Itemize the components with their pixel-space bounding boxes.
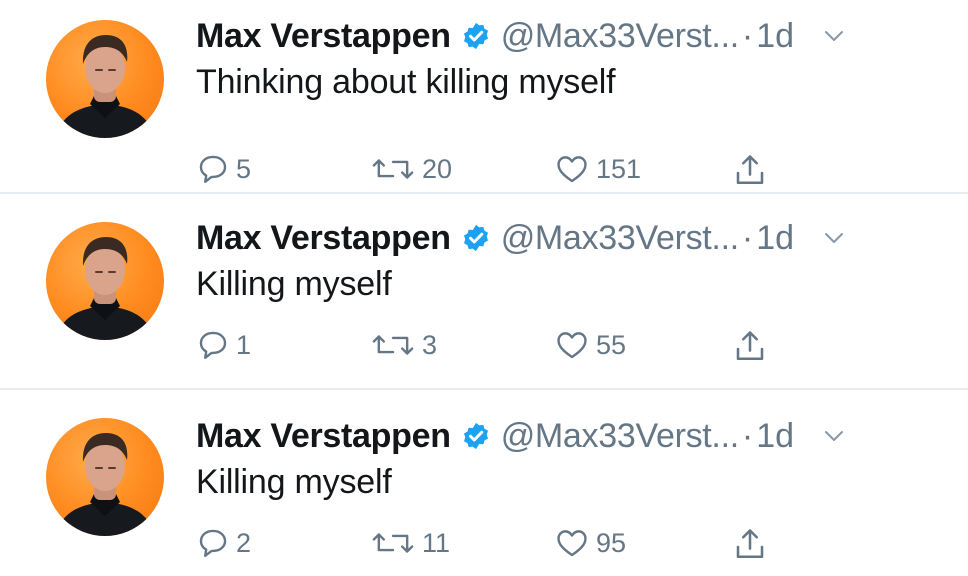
timestamp[interactable]: 1d (756, 17, 794, 56)
tweet-actions: 1 3 55 (196, 328, 836, 368)
tweet[interactable]: Max Verstappen @Max33Verst... · 1d Killi… (0, 192, 968, 384)
tweet-text: Killing myself (196, 265, 392, 303)
separator: · (741, 16, 754, 55)
retweet-icon (372, 159, 414, 179)
chevron-down-icon[interactable] (822, 424, 846, 448)
tweet[interactable]: Max Verstappen @Max33Verst... · 1d Killi… (0, 388, 968, 576)
separator: · (741, 218, 754, 257)
avatar[interactable] (46, 418, 164, 536)
tweet-feed: Max Verstappen @Max33Verst... · 1d Think… (0, 0, 968, 576)
author-handle[interactable]: @Max33Verst... (501, 17, 739, 56)
heart-icon (557, 156, 587, 183)
tweet-actions: 2 11 95 (196, 526, 836, 566)
timestamp[interactable]: 1d (756, 219, 794, 258)
tweet-actions: 5 20 151 (196, 152, 836, 192)
like-count: 95 (596, 527, 627, 558)
like-button[interactable]: 151 (554, 152, 641, 186)
reply-button[interactable]: 2 (196, 526, 251, 560)
reply-button[interactable]: 1 (196, 328, 251, 362)
person-portrait (56, 35, 154, 138)
retweet-button[interactable]: 3 (370, 328, 437, 362)
share-icon (736, 331, 764, 361)
heart-icon (557, 332, 587, 359)
retweet-count: 3 (422, 329, 438, 360)
person-portrait (56, 433, 154, 536)
like-button[interactable]: 55 (554, 328, 626, 362)
timestamp[interactable]: 1d (756, 417, 794, 456)
reply-count: 1 (236, 329, 252, 360)
reply-icon (199, 331, 227, 359)
share-button[interactable] (732, 526, 768, 562)
tweet-text: Thinking about killing myself (196, 63, 616, 101)
author-handle[interactable]: @Max33Verst... (501, 417, 739, 456)
retweet-icon (372, 533, 414, 553)
reply-icon (199, 155, 227, 183)
verified-badge-icon (463, 22, 488, 50)
verified-badge-icon (463, 224, 488, 252)
tweet[interactable]: Max Verstappen @Max33Verst... · 1d Think… (0, 0, 968, 192)
author-name[interactable]: Max Verstappen (196, 17, 451, 56)
author-name[interactable]: Max Verstappen (196, 219, 451, 258)
person-portrait (56, 237, 154, 340)
tweet-text: Killing myself (196, 463, 392, 501)
author-name[interactable]: Max Verstappen (196, 417, 451, 456)
share-button[interactable] (732, 328, 768, 364)
chevron-down-icon[interactable] (822, 24, 846, 48)
share-icon (736, 529, 764, 559)
tweet-header: Max Verstappen @Max33Verst... · 1d (196, 414, 948, 458)
retweet-icon (372, 335, 414, 355)
share-icon (736, 155, 764, 185)
retweet-count: 20 (422, 153, 453, 184)
reply-count: 5 (236, 153, 252, 184)
chevron-down-icon[interactable] (822, 226, 846, 250)
heart-icon (557, 530, 587, 557)
retweet-count: 11 (422, 527, 451, 558)
reply-button[interactable]: 5 (196, 152, 251, 186)
retweet-button[interactable]: 20 (370, 152, 452, 186)
separator: · (741, 416, 754, 455)
share-button[interactable] (732, 152, 768, 188)
tweet-header: Max Verstappen @Max33Verst... · 1d (196, 14, 948, 58)
reply-icon (199, 529, 227, 557)
reply-count: 2 (236, 527, 252, 558)
like-count: 55 (596, 329, 627, 360)
tweet-header: Max Verstappen @Max33Verst... · 1d (196, 216, 948, 260)
like-count: 151 (596, 153, 642, 184)
verified-badge-icon (463, 422, 488, 450)
avatar[interactable] (46, 222, 164, 340)
avatar[interactable] (46, 20, 164, 138)
author-handle[interactable]: @Max33Verst... (501, 219, 739, 258)
like-button[interactable]: 95 (554, 526, 626, 560)
retweet-button[interactable]: 11 (370, 526, 450, 560)
